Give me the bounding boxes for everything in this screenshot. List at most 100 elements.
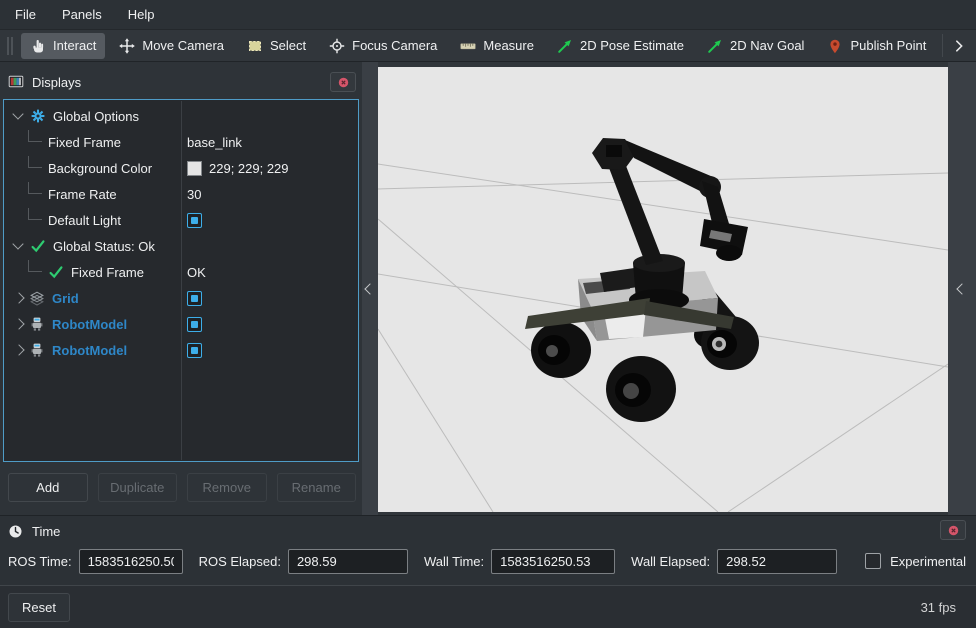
tree-row-grid[interactable]: Grid [4, 285, 358, 311]
tree-value: 229; 229; 229 [209, 161, 289, 176]
tree-row-fixed-frame[interactable]: Fixed Frame OK [4, 259, 358, 285]
right-panel-collapse-handle[interactable] [948, 62, 976, 515]
3d-viewport[interactable] [378, 67, 948, 512]
robot-icon [29, 316, 45, 332]
tree-value-cell [187, 317, 356, 332]
tree-value-cell [187, 343, 356, 358]
tool-2d-nav-goal[interactable]: 2D Nav Goal [698, 33, 813, 59]
tree-value: base_link [187, 135, 242, 150]
ruler-icon [460, 38, 476, 54]
tree-value-cell: OK [187, 265, 356, 280]
tree-value-cell: 30 [187, 187, 356, 202]
tool-2d-pose-estimate[interactable]: 2D Pose Estimate [548, 33, 693, 59]
tool-move-camera[interactable]: Move Camera [110, 33, 233, 59]
enabled-checkbox[interactable] [187, 317, 202, 332]
green-arrow-icon [707, 38, 723, 54]
menu-item-file[interactable]: File [2, 2, 49, 27]
tree-value: 30 [187, 187, 201, 202]
tool-label: Publish Point [850, 38, 926, 53]
toolbar: Interact Move CameraSelectFocus CameraMea… [0, 30, 976, 62]
chevron-left-icon [956, 283, 967, 294]
time-panel: Time ROS Time:ROS Elapsed:Wall Time:Wall… [0, 515, 976, 585]
time-field-ros-elapsed: ROS Elapsed: [199, 549, 408, 574]
time-close-button[interactable] [940, 520, 966, 540]
wall-time-input[interactable] [491, 549, 615, 574]
time-fields-row: ROS Time:ROS Elapsed:Wall Time:Wall Elap… [8, 542, 966, 580]
collapse-arrow-icon[interactable] [12, 108, 23, 119]
enabled-checkbox[interactable] [187, 343, 202, 358]
tree-row-robotmodel[interactable]: RobotModel [4, 311, 358, 337]
robot-icon [29, 342, 45, 358]
tree-item-label: Global Options [53, 109, 139, 124]
tool-label: Interact [53, 38, 96, 53]
tree-item-label: Fixed Frame [71, 265, 144, 280]
enabled-checkbox[interactable] [187, 213, 202, 228]
menu-item-panels[interactable]: Panels [49, 2, 115, 27]
time-field-label: ROS Elapsed: [199, 554, 281, 569]
tree-row-global-status-ok[interactable]: Global Status: Ok [4, 233, 358, 259]
3d-scene [378, 67, 948, 512]
collapse-arrow-icon[interactable] [12, 238, 23, 249]
tree-row-robotmodel[interactable]: RobotModel [4, 337, 358, 363]
add-button[interactable]: Add [8, 473, 88, 502]
chevron-left-icon [364, 283, 375, 294]
tool-focus-camera[interactable]: Focus Camera [320, 33, 446, 59]
experimental-checkbox[interactable] [865, 553, 881, 569]
close-icon [947, 524, 960, 537]
wall-elapsed-input[interactable] [717, 549, 837, 574]
tree-label-cell: RobotModel [4, 342, 127, 358]
tree-value-cell [187, 291, 356, 306]
ros-elapsed-input[interactable] [288, 549, 408, 574]
left-panel-collapse-handle[interactable] [362, 62, 378, 515]
remove-button: Remove [187, 473, 267, 502]
selection-box-icon [247, 38, 263, 54]
tool-select[interactable]: Select [238, 33, 315, 59]
color-swatch[interactable] [187, 161, 202, 176]
tree-label-cell: Grid [4, 290, 79, 306]
reset-button[interactable]: Reset [8, 593, 70, 622]
tool-interact[interactable]: Interact [21, 33, 105, 59]
expand-arrow-icon[interactable] [13, 344, 24, 355]
tree-value-cell: base_link [187, 135, 356, 150]
time-field-label: Wall Time: [424, 554, 484, 569]
tree-item-label: RobotModel [52, 343, 127, 358]
main-area: Displays Global Options Fixed Frame base_l… [0, 62, 976, 515]
tree-label-cell: Frame Rate [4, 187, 117, 202]
tree-row-frame-rate[interactable]: Frame Rate 30 [4, 181, 358, 207]
check-icon [30, 238, 46, 254]
toolbar-separator [942, 34, 943, 57]
expand-arrow-icon[interactable] [13, 292, 24, 303]
close-icon [337, 76, 350, 89]
enabled-checkbox[interactable] [187, 291, 202, 306]
check-icon [48, 264, 64, 280]
ros-time-input[interactable] [79, 549, 183, 574]
tree-item-label: RobotModel [52, 317, 127, 332]
time-field-wall-time: Wall Time: [424, 549, 615, 574]
branch-line [28, 130, 42, 142]
tree-row-global-options[interactable]: Global Options [4, 103, 358, 129]
displays-close-button[interactable] [330, 72, 356, 92]
tree-label-cell: Global Status: Ok [4, 238, 155, 254]
tree-item-label: Background Color [48, 161, 152, 176]
displays-panel-header[interactable]: Displays [0, 69, 362, 95]
grid-icon [29, 290, 45, 306]
tool-measure[interactable]: Measure [451, 33, 543, 59]
tree-label-cell: Fixed Frame [4, 135, 121, 150]
tree-row-default-light[interactable]: Default Light [4, 207, 358, 233]
tool-publish-point[interactable]: Publish Point [818, 33, 935, 59]
tree-row-background-color[interactable]: Background Color 229; 229; 229 [4, 155, 358, 181]
displays-tree[interactable]: Global Options Fixed Frame base_link Backgr… [3, 99, 359, 462]
tree-label-cell: Fixed Frame [4, 264, 144, 280]
gear-icon [30, 108, 46, 124]
tree-row-fixed-frame[interactable]: Fixed Frame base_link [4, 129, 358, 155]
toolbar-overflow-button[interactable] [945, 35, 973, 57]
menu-item-help[interactable]: Help [115, 2, 168, 27]
expand-arrow-icon[interactable] [13, 318, 24, 329]
map-pin-icon [827, 38, 843, 54]
tree-label-cell: Default Light [4, 213, 121, 228]
tree-item-label: Frame Rate [48, 187, 117, 202]
displays-panel: Displays Global Options Fixed Frame base_l… [0, 62, 362, 515]
branch-line [28, 208, 42, 220]
toolbar-drag-handle[interactable] [7, 37, 9, 55]
time-panel-header[interactable]: Time [8, 520, 966, 542]
